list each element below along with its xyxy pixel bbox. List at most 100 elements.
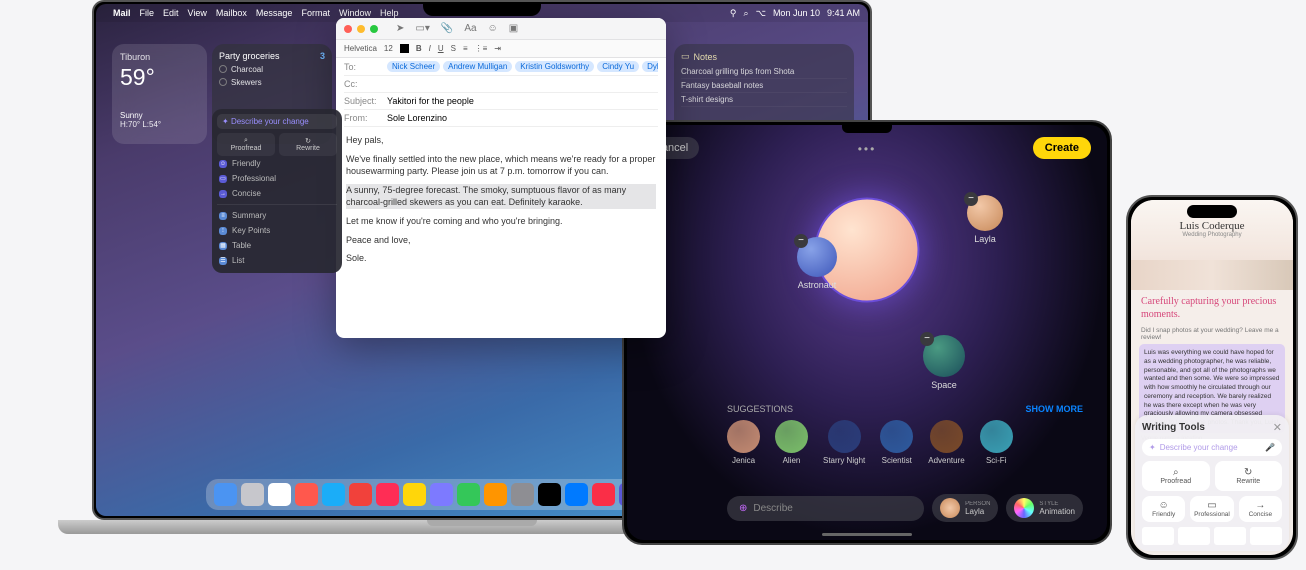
strike-button[interactable]: S [451, 44, 456, 53]
window-traffic-lights[interactable] [344, 25, 378, 33]
show-more-button[interactable]: SHOW MORE [1026, 404, 1084, 414]
indent-button[interactable]: ⇥ [494, 44, 501, 53]
tone-professional[interactable]: ▭Professional [217, 171, 337, 186]
control-center-icon[interactable]: ⌥ [756, 8, 766, 19]
menubar-time[interactable]: 9:41 AM [827, 8, 860, 18]
rewrite-button[interactable]: ↻Rewrite [279, 133, 337, 156]
transform-table[interactable]: ▦Table [217, 238, 337, 253]
tone-concise[interactable]: →Concise [217, 186, 337, 201]
transform-thumbnails[interactable] [1142, 527, 1282, 545]
subject-field[interactable]: Subject:Yakitori for the people [344, 93, 658, 110]
text-color[interactable] [400, 44, 409, 53]
from-field[interactable]: From:Sole Lorenzino [344, 110, 658, 127]
recipient-chip[interactable]: Kristin Goldsworthy [515, 61, 594, 72]
menu-format[interactable]: Format [301, 8, 330, 18]
suggestion-item[interactable]: Jenica [727, 420, 760, 465]
dock-app[interactable] [592, 483, 615, 506]
describe-change-input[interactable]: ✦ Describe your change [217, 114, 337, 129]
close-icon[interactable]: ✕ [1273, 421, 1282, 434]
note-item[interactable]: Charcoal grilling tips from Shota [681, 65, 847, 79]
menu-window[interactable]: Window [339, 8, 371, 18]
dock-app[interactable] [457, 483, 480, 506]
dock-app[interactable] [322, 483, 345, 506]
reminder-item[interactable]: Charcoal [219, 65, 325, 74]
attach-icon[interactable]: 📎 [441, 23, 453, 34]
menu-message[interactable]: Message [256, 8, 293, 18]
suggestion-item[interactable]: Starry Night [823, 420, 865, 465]
mail-body[interactable]: Hey pals, We've finally settled into the… [336, 127, 666, 278]
recipient-chip[interactable]: Andrew Mulligan [443, 61, 512, 72]
cc-field[interactable]: Cc: [344, 76, 658, 93]
photo-icon[interactable]: ▣ [509, 23, 518, 34]
dock-app[interactable] [349, 483, 372, 506]
app-name[interactable]: Mail [113, 8, 131, 18]
suggestion-item[interactable]: Scientist [880, 420, 913, 465]
dock-app[interactable] [484, 483, 507, 506]
format-icon[interactable]: Aa [464, 23, 476, 34]
suggestion-item[interactable]: Alien [775, 420, 808, 465]
dock-app[interactable] [403, 483, 426, 506]
concept-astronaut[interactable]: − Astronaut [797, 237, 837, 290]
proofread-button[interactable]: ⌕Proofread [1142, 461, 1210, 491]
dock-app[interactable] [295, 483, 318, 506]
suggestion-item[interactable]: Sci-Fi [980, 420, 1013, 465]
transform-keypoints[interactable]: ⁝Key Points [217, 223, 337, 238]
remove-badge-icon[interactable]: − [964, 192, 978, 206]
font-size[interactable]: 12 [384, 44, 393, 53]
concept-space[interactable]: − Space [923, 335, 965, 390]
note-item[interactable]: T-shirt designs [681, 93, 847, 107]
header-fields-icon[interactable]: ▭▾ [415, 23, 429, 34]
menubar-date[interactable]: Mon Jun 10 [773, 8, 820, 18]
transform-list[interactable]: ☰List [217, 253, 337, 268]
transform-summary[interactable]: ≡Summary [217, 208, 337, 223]
remove-badge-icon[interactable]: − [920, 332, 934, 346]
home-indicator[interactable] [822, 533, 912, 536]
menu-mailbox[interactable]: Mailbox [216, 8, 247, 18]
note-item[interactable]: Fantasy baseball notes [681, 79, 847, 93]
recipient-chip[interactable]: Nick Scheer [387, 61, 440, 72]
create-button[interactable]: Create [1033, 137, 1091, 159]
menu-view[interactable]: View [188, 8, 207, 18]
suggestion-item[interactable]: Adventure [928, 420, 964, 465]
dock-app[interactable] [538, 483, 561, 506]
person-picker[interactable]: PERSONLayla [932, 494, 998, 522]
rewrite-button[interactable]: ↻Rewrite [1215, 461, 1283, 491]
menu-file[interactable]: File [140, 8, 155, 18]
bold-button[interactable]: B [416, 44, 422, 53]
mic-icon[interactable]: 🎤 [1265, 443, 1275, 452]
more-options-icon[interactable]: ••• [858, 142, 877, 156]
list-button[interactable]: ⋮≡ [475, 44, 488, 53]
dock-app[interactable] [511, 483, 534, 506]
style-picker[interactable]: STYLEAnimation [1006, 494, 1083, 522]
tone-concise[interactable]: →Concise [1239, 496, 1282, 522]
send-icon[interactable]: ➤ [396, 23, 404, 34]
dock-app[interactable] [268, 483, 291, 506]
italic-button[interactable]: I [429, 44, 431, 53]
tone-friendly[interactable]: ☺Friendly [217, 156, 337, 171]
recipient-chip[interactable]: Cindy Yu [597, 61, 639, 72]
underline-button[interactable]: U [438, 44, 444, 53]
wifi-icon[interactable]: ⚲ [730, 8, 737, 19]
describe-input[interactable]: ⊕Describe [727, 496, 924, 521]
concept-layla[interactable]: − Layla [967, 195, 1003, 244]
menu-edit[interactable]: Edit [163, 8, 179, 18]
menu-help[interactable]: Help [380, 8, 399, 18]
proofread-button[interactable]: ⌕Proofread [217, 133, 275, 156]
dock-app[interactable] [376, 483, 399, 506]
weather-widget[interactable]: Tiburon 59° Sunny H:70° L:54° [112, 44, 207, 144]
emoji-icon[interactable]: ☺ [488, 23, 498, 34]
tone-professional[interactable]: ▭Professional [1190, 496, 1233, 522]
align-button[interactable]: ≡ [463, 44, 468, 53]
tone-friendly[interactable]: ☺Friendly [1142, 496, 1185, 522]
reminder-item[interactable]: Skewers [219, 78, 325, 87]
describe-change-input[interactable]: ✦Describe your change🎤 [1142, 439, 1282, 456]
font-select[interactable]: Helvetica [344, 44, 377, 53]
dock-app[interactable] [241, 483, 264, 506]
dock-app[interactable] [430, 483, 453, 506]
dock-app[interactable] [565, 483, 588, 506]
spotlight-icon[interactable]: ⌕ [744, 8, 749, 19]
to-field[interactable]: To: Nick Scheer Andrew Mulligan Kristin … [344, 58, 658, 76]
recipient-chip[interactable]: Dylan Edwards [642, 61, 658, 72]
remove-badge-icon[interactable]: − [794, 234, 808, 248]
dock-app[interactable] [214, 483, 237, 506]
